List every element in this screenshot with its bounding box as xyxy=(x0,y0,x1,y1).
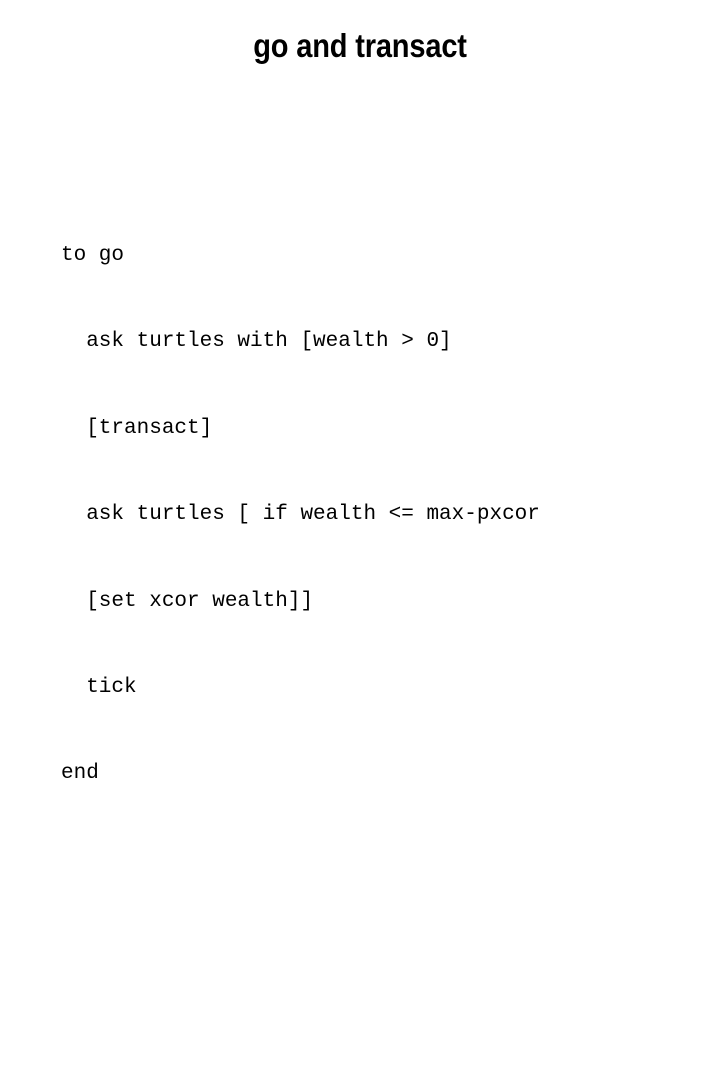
slide-canvas: go and transact to go ask turtles with [… xyxy=(0,0,720,785)
code-line: [transact] xyxy=(61,416,213,440)
code-line: ask turtles with [wealth > 0] xyxy=(61,330,452,354)
code-line: tick xyxy=(61,675,137,699)
code-line: ask turtles [ if wealth <= max-pxcor xyxy=(61,503,540,527)
code-line: end xyxy=(61,762,99,786)
code-block: to go ask turtles with [wealth > 0] [tra… xyxy=(61,98,701,1080)
procedure-transact: to transact set wealth wealth - 1 ask on… xyxy=(61,1048,701,1080)
page-title: go and transact xyxy=(253,27,467,64)
procedure-go: to go ask turtles with [wealth > 0] [tra… xyxy=(61,184,701,846)
code-line: to go xyxy=(61,243,125,267)
code-line: [set xcor wealth]] xyxy=(61,589,314,613)
